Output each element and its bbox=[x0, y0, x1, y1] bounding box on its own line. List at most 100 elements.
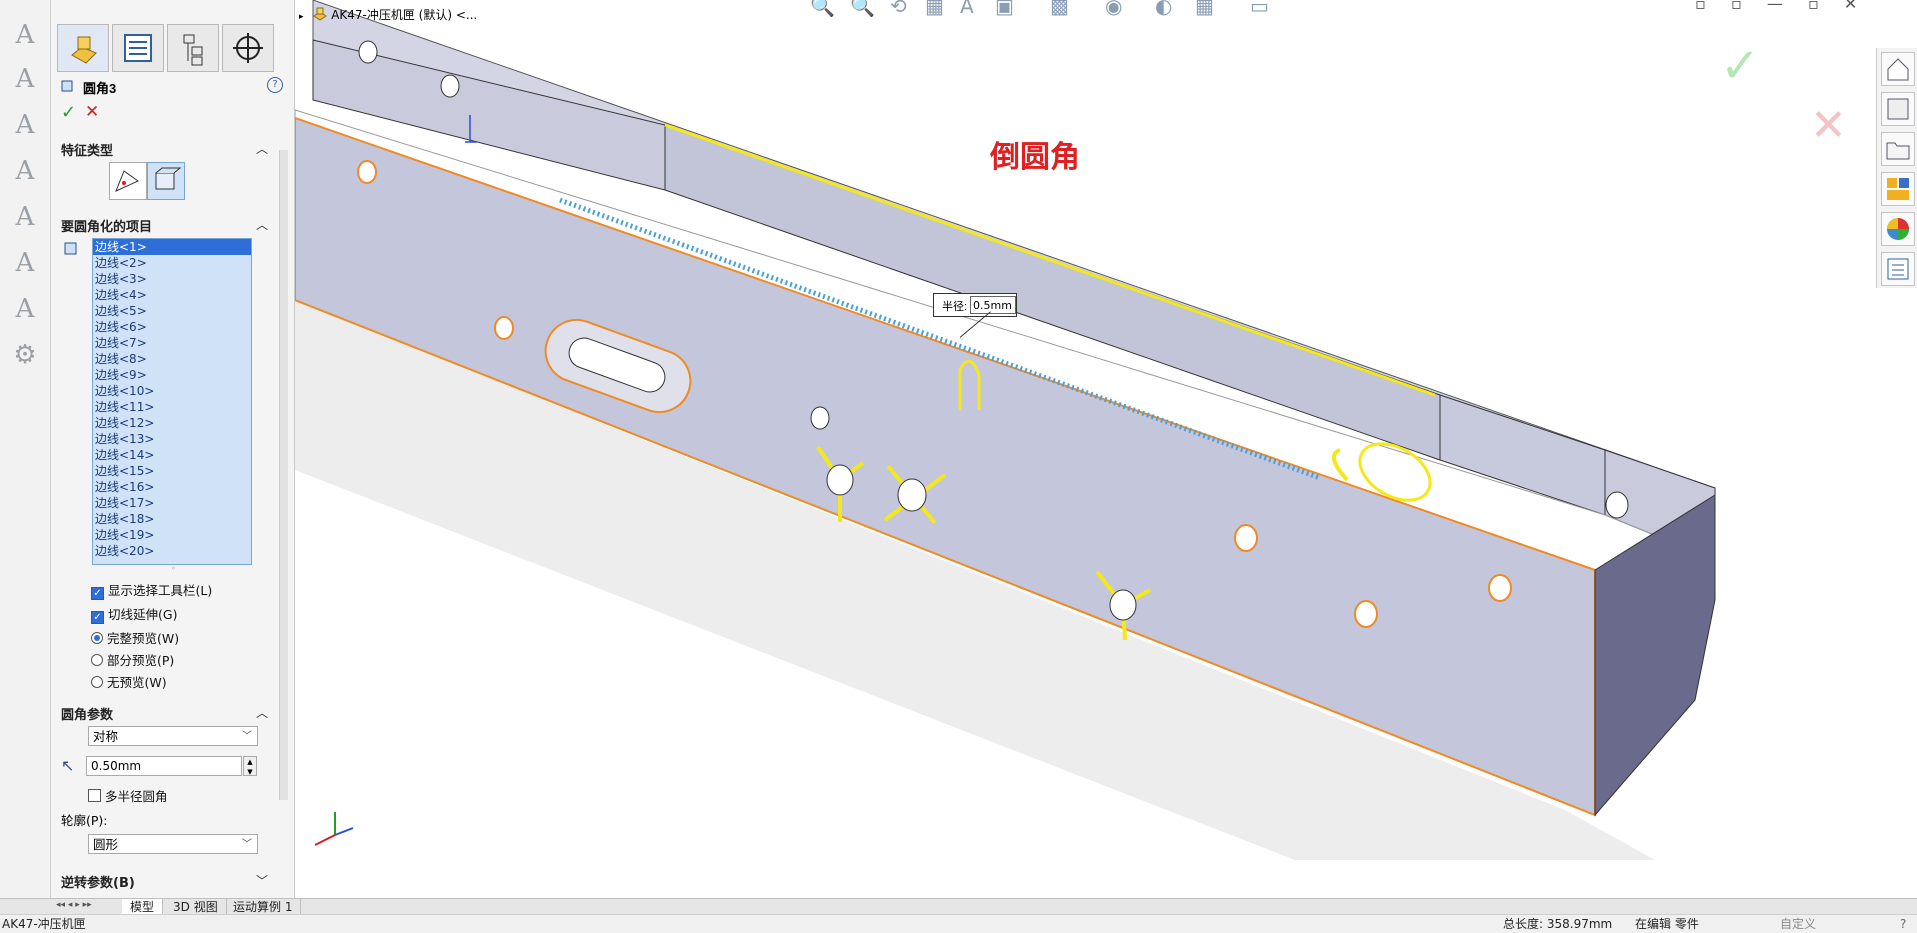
checkbox-checked-icon[interactable]: ✓ bbox=[91, 587, 104, 600]
tab-nav-arrows-icon[interactable]: ◂◂ ◂ ▸ ▸▸ bbox=[56, 900, 92, 910]
status-units[interactable]: 自定义 bbox=[1780, 915, 1816, 933]
edge-list-item[interactable]: 边线<18> bbox=[93, 511, 251, 527]
tab-model[interactable]: 模型 bbox=[122, 899, 164, 915]
radio-icon[interactable] bbox=[91, 654, 103, 666]
apply-scene-icon[interactable]: ▦ bbox=[1195, 0, 1214, 18]
model-view[interactable] bbox=[294, 0, 1917, 898]
hide-show-icon[interactable]: ◉ bbox=[1105, 0, 1122, 18]
edge-list-item[interactable]: 边线<6> bbox=[93, 319, 251, 335]
help-icon[interactable]: ? bbox=[267, 77, 283, 93]
edge-list-item[interactable]: 边线<14> bbox=[93, 447, 251, 463]
maximize-icon[interactable]: ▫ bbox=[1808, 0, 1819, 13]
hole[interactable] bbox=[810, 406, 830, 430]
edge-list-item[interactable]: 边线<17> bbox=[93, 495, 251, 511]
checkbox-icon[interactable] bbox=[88, 789, 101, 802]
tab-property-manager[interactable] bbox=[112, 24, 164, 72]
resize-handle-icon[interactable]: ◦ bbox=[171, 564, 176, 573]
help-icon[interactable]: ? bbox=[1900, 915, 1906, 933]
text-convert-icon[interactable]: A bbox=[8, 200, 42, 234]
graphics-area[interactable]: 半径: 0.5mm 倒圆角 ▸ AK47-冲压机匣 (默认) <... 🔍 🔍 … bbox=[294, 0, 1917, 898]
confirm-ok-icon[interactable]: ✓ bbox=[1720, 38, 1760, 94]
tab-3d-view[interactable]: 3D 视图 bbox=[165, 899, 227, 915]
callout-value[interactable]: 0.5mm bbox=[970, 296, 1016, 314]
ok-check-icon[interactable]: ✓ bbox=[61, 102, 76, 123]
radius-spinner[interactable]: ▲ ▼ bbox=[243, 756, 257, 776]
previous-view-icon[interactable]: ⟲ bbox=[890, 0, 907, 18]
hole[interactable] bbox=[1354, 600, 1378, 628]
text-frame-icon[interactable]: A bbox=[8, 292, 42, 326]
tab-configuration-manager[interactable] bbox=[167, 24, 219, 72]
design-library-icon[interactable] bbox=[1881, 92, 1915, 126]
text-edit-icon[interactable]: A bbox=[8, 108, 42, 142]
document-breadcrumb[interactable]: ▸ AK47-冲压机匣 (默认) <... bbox=[299, 6, 477, 23]
restore-icon[interactable]: ▫ bbox=[1695, 0, 1706, 13]
edge-selection-list[interactable]: 边线<1> 边线<2> 边线<3> 边线<4> 边线<5> 边线<6> 边线<7> 边线<8>… bbox=[92, 238, 252, 565]
multi-radius-option[interactable]: 多半径圆角 bbox=[88, 786, 168, 805]
edge-list-item[interactable]: 边线<10> bbox=[93, 383, 251, 399]
text-add-icon[interactable]: A bbox=[8, 154, 42, 188]
radio-icon[interactable] bbox=[91, 676, 103, 688]
hole[interactable] bbox=[357, 160, 377, 184]
collapse-chevron-icon[interactable]: ︿ bbox=[256, 216, 268, 233]
edge-list-item[interactable]: 边线<9> bbox=[93, 367, 251, 383]
tab-feature-manager[interactable] bbox=[57, 24, 109, 72]
minimize-icon[interactable]: — bbox=[1767, 0, 1783, 13]
edge-list-item[interactable]: 边线<13> bbox=[93, 431, 251, 447]
partial-preview-option[interactable]: 部分预览(P) bbox=[91, 650, 174, 669]
zoom-area-icon[interactable]: 🔍 bbox=[850, 0, 875, 18]
custom-properties-icon[interactable] bbox=[1881, 252, 1915, 286]
cancel-x-icon[interactable]: ✕ bbox=[85, 102, 99, 122]
home-icon[interactable] bbox=[1881, 52, 1915, 86]
link-tool-icon[interactable]: ⚙ bbox=[8, 338, 42, 372]
pm-scrollbar[interactable] bbox=[279, 150, 288, 800]
hole[interactable] bbox=[1234, 524, 1258, 552]
checkbox-checked-icon[interactable]: ✓ bbox=[91, 611, 104, 624]
close-icon[interactable]: ✕ bbox=[1844, 0, 1857, 13]
appearances-icon[interactable] bbox=[1881, 212, 1915, 246]
edge-list-item[interactable]: 边线<11> bbox=[93, 399, 251, 415]
tangent-propagation-option[interactable]: ✓ 切线延伸(G) bbox=[91, 604, 177, 624]
display-style-icon[interactable]: ▩ bbox=[1050, 0, 1069, 18]
edge-list-item[interactable]: 边线<1> bbox=[93, 239, 251, 255]
tab-dimxpert-manager[interactable] bbox=[222, 24, 274, 72]
confirm-cancel-icon[interactable]: ✕ bbox=[1810, 100, 1847, 151]
edge-list-item[interactable]: 边线<3> bbox=[93, 271, 251, 287]
edge-list-item[interactable]: 边线<7> bbox=[93, 335, 251, 351]
view-settings-icon[interactable]: ▭ bbox=[1250, 0, 1269, 18]
hole[interactable] bbox=[826, 464, 854, 496]
dynamic-annotation-icon[interactable]: A bbox=[960, 0, 974, 18]
hole[interactable] bbox=[1109, 589, 1137, 621]
edge-list-item[interactable]: 边线<2> bbox=[93, 255, 251, 271]
hole[interactable] bbox=[440, 74, 460, 98]
view-orientation-icon[interactable]: ▣ bbox=[995, 0, 1014, 18]
edge-list-item[interactable]: 边线<20> bbox=[93, 543, 251, 559]
view-palette-icon[interactable] bbox=[1881, 172, 1915, 206]
full-preview-option[interactable]: 完整预览(W) bbox=[91, 628, 179, 647]
edge-list-item[interactable]: 边线<16> bbox=[93, 479, 251, 495]
hole[interactable] bbox=[494, 316, 514, 340]
tile-icon[interactable]: ▫ bbox=[1731, 0, 1742, 13]
text-tool-icon[interactable]: A bbox=[8, 18, 42, 52]
profile-select[interactable]: 圆形 ﹀ bbox=[88, 834, 258, 854]
section-view-icon[interactable]: ▦ bbox=[925, 0, 944, 18]
radius-input[interactable]: 0.50mm bbox=[86, 756, 242, 776]
hole[interactable] bbox=[358, 40, 378, 64]
hole[interactable] bbox=[1605, 491, 1629, 519]
zoom-fit-icon[interactable]: 🔍 bbox=[810, 0, 835, 18]
radio-selected-icon[interactable] bbox=[91, 632, 103, 644]
show-selection-toolbar-option[interactable]: ✓ 显示选择工具栏(L) bbox=[91, 580, 212, 600]
tab-motion-study[interactable]: 运动算例 1 bbox=[225, 899, 302, 915]
collapse-chevron-icon[interactable]: ︿ bbox=[256, 704, 268, 721]
hole[interactable] bbox=[897, 478, 927, 512]
constant-size-fillet-button[interactable] bbox=[109, 162, 147, 200]
hole[interactable] bbox=[1488, 574, 1512, 602]
collapse-chevron-icon[interactable]: ︿ bbox=[256, 140, 268, 157]
edge-list-item[interactable]: 边线<15> bbox=[93, 463, 251, 479]
edge-list-item[interactable]: 边线<19> bbox=[93, 527, 251, 543]
file-explorer-icon[interactable] bbox=[1881, 132, 1915, 166]
radius-callout[interactable]: 半径: 0.5mm bbox=[933, 293, 1017, 317]
edge-list-item[interactable]: 边线<8> bbox=[93, 351, 251, 367]
expand-chevron-icon[interactable]: ﹀ bbox=[256, 872, 268, 889]
no-preview-option[interactable]: 无预览(W) bbox=[91, 672, 167, 691]
edge-list-item[interactable]: 边线<5> bbox=[93, 303, 251, 319]
